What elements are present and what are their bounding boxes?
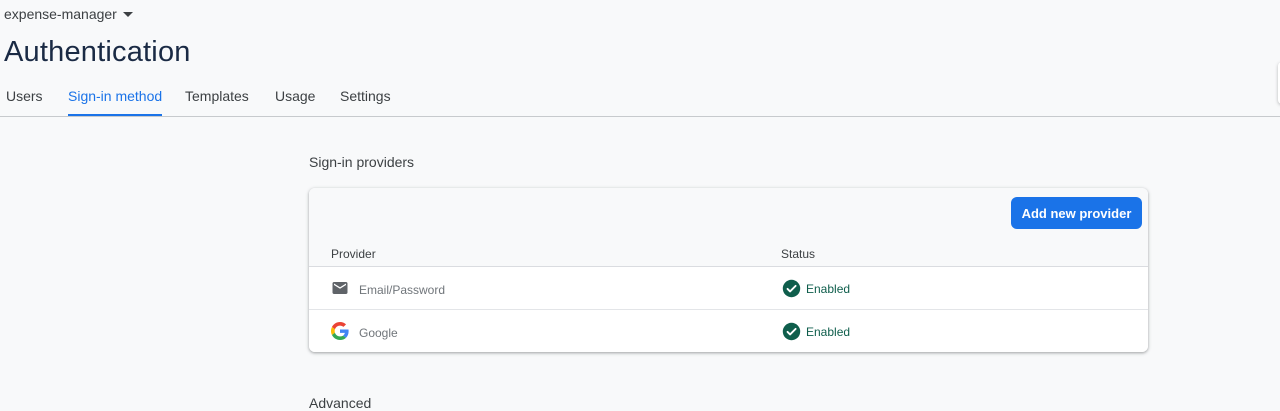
provider-name: Google	[359, 326, 398, 340]
status-badge: Enabled	[782, 279, 850, 298]
status-text: Enabled	[806, 281, 851, 296]
table-header: Provider Status	[309, 234, 1148, 267]
status-badge: Enabled	[782, 322, 850, 341]
column-header-provider: Provider	[331, 247, 376, 261]
provider-name: Email/Password	[359, 283, 446, 297]
tab-usage[interactable]: Usage	[275, 88, 315, 116]
table-row[interactable]: Google Enabled	[309, 310, 1148, 352]
project-name: expense-manager	[4, 6, 117, 22]
card-toolbar: Add new provider	[309, 188, 1148, 234]
providers-card: Add new provider Provider Status Email/P…	[309, 188, 1148, 352]
tab-bar: Users Sign-in method Templates Usage Set…	[0, 82, 1280, 117]
tab-templates[interactable]: Templates	[185, 88, 249, 116]
check-circle-icon	[782, 279, 801, 298]
caret-down-icon	[122, 11, 133, 17]
status-text: Enabled	[806, 324, 851, 339]
envelope-icon	[332, 282, 348, 294]
table-row[interactable]: Email/Password Enabled	[309, 267, 1148, 310]
tab-sign-in-method[interactable]: Sign-in method	[68, 88, 163, 116]
tab-settings[interactable]: Settings	[340, 88, 391, 116]
section-title-advanced: Advanced	[309, 395, 372, 411]
project-switcher[interactable]: expense-manager	[4, 4, 133, 24]
page-title: Authentication	[4, 36, 191, 68]
check-circle-icon	[782, 322, 801, 341]
column-header-status: Status	[781, 247, 816, 261]
tab-users[interactable]: Users	[6, 88, 43, 116]
section-title-sign-in-providers: Sign-in providers	[309, 154, 415, 170]
google-icon	[331, 322, 349, 340]
add-new-provider-button[interactable]: Add new provider	[1011, 197, 1142, 229]
